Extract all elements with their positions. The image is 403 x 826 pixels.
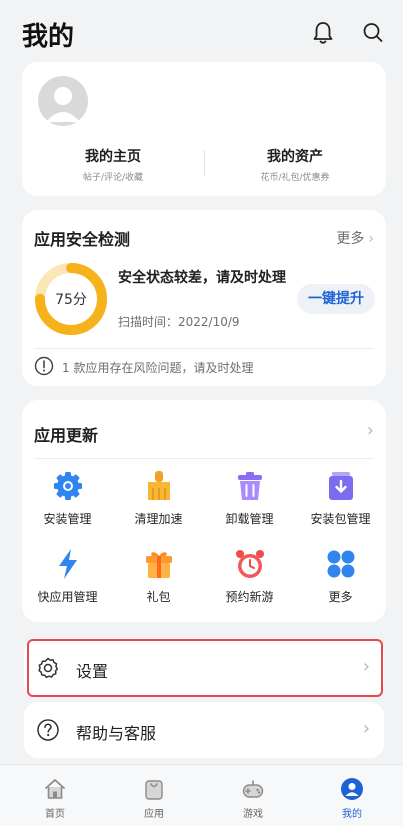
homepage-title: 我的主页 bbox=[85, 149, 141, 165]
chevron-right-icon: › bbox=[362, 718, 370, 739]
security-more-link[interactable]: 更多 › bbox=[336, 228, 374, 248]
divider bbox=[34, 458, 374, 459]
security-check-card: 应用安全检测 更多 › 75分 安全状态较差，请及时处理 扫描时间：2022/10… bbox=[22, 210, 386, 386]
more-item[interactable]: 更多 bbox=[295, 548, 386, 610]
nav-apps[interactable]: 应用 bbox=[104, 777, 204, 820]
my-homepage-button[interactable]: 我的主页 帖子/评论/收藏 bbox=[22, 146, 204, 183]
more-label: 更多 bbox=[328, 590, 353, 604]
security-score: 75分 bbox=[55, 292, 87, 308]
my-assets-button[interactable]: 我的资产 花币/礼包/优惠券 bbox=[204, 146, 386, 183]
gift-item[interactable]: 礼包 bbox=[113, 548, 204, 610]
cleanup-accelerate-item[interactable]: 清理加速 bbox=[113, 470, 204, 532]
nav-games-label: 游戏 bbox=[243, 809, 263, 820]
chevron-right-icon: › bbox=[368, 231, 374, 247]
help-icon bbox=[37, 719, 59, 741]
bell-icon[interactable] bbox=[311, 20, 335, 46]
alarm-clock-icon bbox=[235, 550, 264, 578]
cleanup-accelerate-label: 清理加速 bbox=[134, 512, 183, 526]
homepage-subtitle: 帖子/评论/收藏 bbox=[82, 173, 144, 183]
help-support-label: 帮助与客服 bbox=[76, 724, 157, 743]
one-click-improve-button[interactable]: 一键提升 bbox=[297, 284, 375, 314]
search-icon[interactable] bbox=[361, 20, 385, 46]
package-manager-item[interactable]: 安装包管理 bbox=[295, 470, 386, 532]
uninstall-manager-label: 卸载管理 bbox=[225, 512, 274, 526]
pre-register-games-item[interactable]: 预约新游 bbox=[204, 548, 295, 610]
broom-icon bbox=[147, 471, 170, 500]
quick-app-manager-item[interactable]: 快应用管理 bbox=[22, 548, 113, 610]
assets-title: 我的资产 bbox=[267, 149, 323, 165]
settings-label: 设置 bbox=[76, 662, 109, 681]
gift-label: 礼包 bbox=[146, 590, 171, 604]
top-bar: 我的 bbox=[0, 0, 403, 62]
profile-card: 我的主页 帖子/评论/收藏 我的资产 花币/礼包/优惠券 bbox=[22, 62, 386, 196]
help-support-row[interactable]: 帮助与客服 › bbox=[24, 702, 384, 758]
user-icon bbox=[341, 778, 363, 800]
nav-mine[interactable]: 我的 bbox=[302, 777, 402, 820]
app-update-more-link[interactable]: › bbox=[363, 420, 374, 441]
avatar[interactable] bbox=[38, 76, 88, 126]
pre-register-games-label: 预约新游 bbox=[225, 590, 274, 604]
install-manager-item[interactable]: 安装管理 bbox=[22, 470, 113, 532]
app-update-card: 应用更新 › 安装管理 清理加速 卸载管理 安装包管理 快应用管理 礼包 预约新… bbox=[22, 400, 386, 622]
risk-warning-text[interactable]: 1 款应用存在风险问题，请及时处理 bbox=[62, 359, 253, 376]
settings-gear-icon bbox=[38, 657, 59, 679]
uninstall-manager-item[interactable]: 卸载管理 bbox=[204, 470, 295, 532]
home-icon bbox=[45, 779, 65, 799]
scan-time: 扫描时间：2022/10/9 bbox=[118, 315, 240, 329]
package-manager-label: 安装包管理 bbox=[310, 512, 371, 526]
nav-mine-label: 我的 bbox=[342, 809, 362, 820]
grid-icon bbox=[327, 550, 354, 578]
security-status: 安全状态较差，请及时处理 bbox=[118, 270, 286, 286]
default-avatar-icon bbox=[46, 87, 80, 122]
trash-icon bbox=[237, 472, 262, 500]
nav-home[interactable]: 首页 bbox=[5, 777, 105, 820]
warning-icon bbox=[34, 356, 54, 376]
chevron-right-icon: › bbox=[366, 420, 374, 441]
more-label: 更多 bbox=[336, 231, 365, 247]
bag-icon bbox=[145, 780, 163, 800]
app-update-title: 应用更新 bbox=[34, 426, 99, 445]
assets-subtitle: 花币/礼包/优惠券 bbox=[260, 173, 330, 183]
gift-icon bbox=[145, 552, 172, 578]
settings-row[interactable]: 设置 › bbox=[24, 640, 384, 696]
bottom-navigation: 首页 应用 游戏 我的 bbox=[0, 764, 403, 826]
gear-icon bbox=[53, 472, 82, 500]
chevron-right-icon: › bbox=[362, 656, 370, 677]
divider bbox=[34, 348, 374, 349]
package-icon bbox=[328, 472, 353, 500]
install-manager-label: 安装管理 bbox=[43, 512, 92, 526]
gamepad-icon bbox=[242, 780, 264, 798]
security-title: 应用安全检测 bbox=[34, 230, 131, 249]
nav-games[interactable]: 游戏 bbox=[203, 777, 303, 820]
quick-app-manager-label: 快应用管理 bbox=[37, 590, 98, 604]
nav-home-label: 首页 bbox=[45, 809, 65, 820]
nav-apps-label: 应用 bbox=[144, 809, 164, 820]
page-title: 我的 bbox=[22, 22, 75, 52]
lightning-icon bbox=[58, 549, 77, 579]
